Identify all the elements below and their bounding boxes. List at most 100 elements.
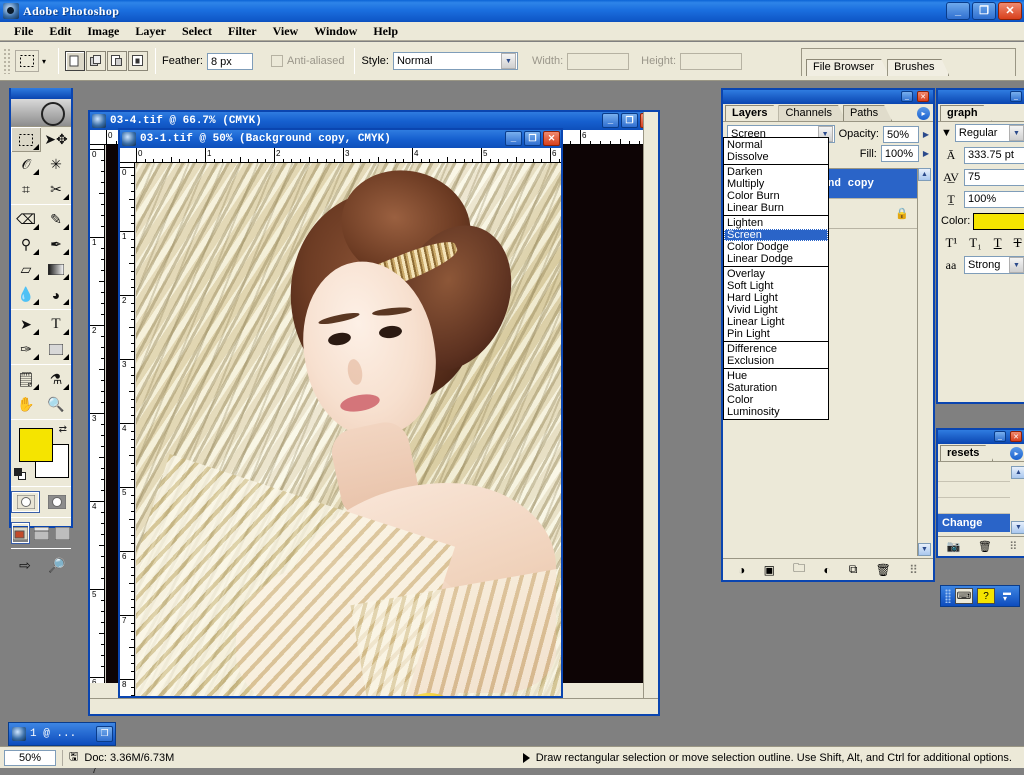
toolbox-title-grip[interactable] [11, 88, 71, 99]
feather-input[interactable]: 8 px [206, 52, 253, 70]
standard-screen-mode-button[interactable] [11, 522, 30, 544]
blend-option-hard-light[interactable]: Hard Light [724, 292, 828, 304]
palette-menu-icon[interactable]: ▸ [1010, 447, 1023, 460]
menu-file[interactable]: File [6, 23, 41, 40]
new-layer-icon[interactable]: ⧉ [849, 562, 858, 577]
new-snapshot-icon[interactable]: 📷 [947, 540, 961, 553]
blend-option-exclusion[interactable]: Exclusion [724, 355, 828, 367]
tool-healing-brush[interactable]: ⌫ [11, 207, 41, 232]
layers-scrollbar[interactable]: ▲ ▼ [917, 168, 931, 556]
jump-to-imageready-button[interactable]: ⇨ [11, 553, 39, 578]
add-to-selection-button[interactable] [86, 51, 107, 71]
blend-option-color-burn[interactable]: Color Burn [724, 190, 828, 202]
blend-option-color[interactable]: Color [724, 394, 828, 406]
tool-eraser[interactable]: ▱ [11, 257, 41, 282]
font-style-select[interactable]: Regular ▼ [954, 124, 1024, 142]
tab-presets[interactable]: resets [940, 445, 993, 461]
blend-option-linear-burn[interactable]: Linear Burn [724, 202, 828, 214]
tool-brush[interactable]: ✎ [41, 207, 71, 232]
layers-palette-minimize-button[interactable]: _ [901, 91, 913, 102]
tool-clone-stamp[interactable]: ⚲ [11, 232, 41, 257]
minimized-document-window[interactable]: 1 @ ... ❐ [8, 722, 116, 746]
tool-lasso[interactable]: 𝒪 [11, 152, 41, 177]
blend-option-color-dodge[interactable]: Color Dodge [724, 241, 828, 253]
menu-filter[interactable]: Filter [220, 23, 265, 40]
blend-option-screen[interactable]: Screen [724, 229, 828, 241]
tab-paths[interactable]: Paths [843, 105, 892, 121]
blend-option-dissolve[interactable]: Dissolve [724, 151, 828, 163]
blend-option-darken[interactable]: Darken [724, 166, 828, 178]
tool-hand[interactable]: ✋ [11, 392, 41, 417]
document-maximize-button-front[interactable]: ❐ [524, 131, 541, 146]
palette-well-tab-brushes[interactable]: Brushes [887, 59, 949, 76]
full-screen-mode-button[interactable] [53, 522, 71, 544]
preset-selected-item[interactable]: Change [938, 514, 1010, 532]
blend-option-pin-light[interactable]: Pin Light [724, 328, 828, 340]
document-canvas-front[interactable] [136, 163, 561, 696]
underline-icon[interactable]: T [994, 235, 1002, 251]
foreground-color-swatch[interactable] [19, 428, 53, 462]
tool-notes[interactable]: 🗒 [11, 367, 41, 392]
tool-crop[interactable]: ⌗ [11, 177, 41, 202]
quick-mask-mode-button[interactable] [42, 491, 71, 513]
palette-resize-grip[interactable]: ⠿ [1009, 540, 1017, 553]
chevron-down-icon[interactable]: ▼ [500, 53, 516, 69]
presets-scrollbar[interactable]: ▲ ▼ [1011, 466, 1024, 534]
tool-type[interactable]: T [41, 312, 71, 337]
opacity-slider-arrow[interactable]: ▶ [923, 130, 929, 139]
height-input[interactable] [680, 52, 743, 70]
layer-mask-icon[interactable]: ▣ [764, 563, 775, 577]
presets-list[interactable]: Change [938, 466, 1010, 534]
tool-pen[interactable]: ✑ [11, 337, 41, 362]
minimize-button[interactable]: _ [946, 2, 970, 20]
strikethrough-icon[interactable]: T [1014, 235, 1022, 251]
tool-magic-wand[interactable]: ✳ [41, 152, 71, 177]
tool-eyedropper[interactable]: ⚗ [41, 367, 71, 392]
preset-list-item[interactable] [938, 498, 1010, 514]
menu-select[interactable]: Select [174, 23, 220, 40]
tool-slice[interactable]: ✂ [41, 177, 71, 202]
tool-history-brush[interactable]: ✒ [41, 232, 71, 257]
default-colors-icon[interactable] [14, 468, 26, 480]
status-hint-arrow[interactable] [522, 752, 530, 763]
tool-move[interactable]: ➤✥ [41, 127, 71, 152]
options-bar-grip[interactable] [3, 48, 11, 74]
character-palette-title-bar[interactable]: _ [938, 90, 1024, 104]
presets-palette-title-bar[interactable]: _ ✕ [938, 430, 1024, 444]
superscript-icon[interactable]: T¹ [945, 235, 957, 251]
document-maximize-button-back[interactable]: ❐ [621, 113, 638, 128]
jump-to-preview-button[interactable]: 🔎 [43, 553, 71, 578]
mini-float-toolbar[interactable]: ⌨ ? ▬ ▾ [940, 585, 1020, 607]
tool-blur[interactable]: 💧 [11, 282, 41, 307]
palette-menu-icon[interactable]: ▸ [917, 107, 930, 120]
fill-slider-arrow[interactable]: ▶ [923, 149, 929, 158]
menu-view[interactable]: View [265, 23, 307, 40]
new-selection-button[interactable] [65, 51, 86, 71]
fill-input[interactable]: 100% [880, 145, 919, 162]
tracking-input[interactable]: 75 [964, 168, 1024, 186]
swap-colors-icon[interactable]: ⇄ [59, 424, 67, 435]
blend-option-overlay[interactable]: Overlay [724, 268, 828, 280]
tool-dodge[interactable]: ◕ [41, 282, 71, 307]
tool-rectangular-marquee[interactable] [11, 127, 41, 152]
blend-option-lighten[interactable]: Lighten [724, 217, 828, 229]
blend-option-linear-light[interactable]: Linear Light [724, 316, 828, 328]
new-group-icon[interactable]: 🗀 [793, 559, 805, 580]
document-close-button-front[interactable]: ✕ [543, 131, 560, 146]
text-color-swatch[interactable] [973, 212, 1024, 230]
scroll-down-arrow[interactable]: ▼ [918, 543, 931, 556]
minimized-document-restore-button[interactable]: ❐ [96, 726, 113, 742]
menu-layer[interactable]: Layer [127, 23, 174, 40]
document-scrollbar-vertical-back[interactable] [643, 112, 658, 714]
anti-aliased-checkbox[interactable] [270, 55, 283, 67]
blend-option-normal[interactable]: Normal [724, 139, 828, 151]
tab-layers[interactable]: Layers [725, 105, 781, 121]
antialias-select[interactable]: Strong ▼ [964, 256, 1024, 274]
blend-option-vivid-light[interactable]: Vivid Light [724, 304, 828, 316]
preset-list-item[interactable] [938, 466, 1010, 482]
blend-option-linear-dodge[interactable]: Linear Dodge [724, 253, 828, 265]
chevron-down-icon[interactable]: ▼ [941, 127, 952, 139]
chevron-down-icon[interactable]: ▼ [1009, 125, 1024, 141]
scroll-up-arrow[interactable]: ▲ [918, 168, 931, 181]
delete-icon[interactable]: 🗑 [978, 540, 992, 553]
